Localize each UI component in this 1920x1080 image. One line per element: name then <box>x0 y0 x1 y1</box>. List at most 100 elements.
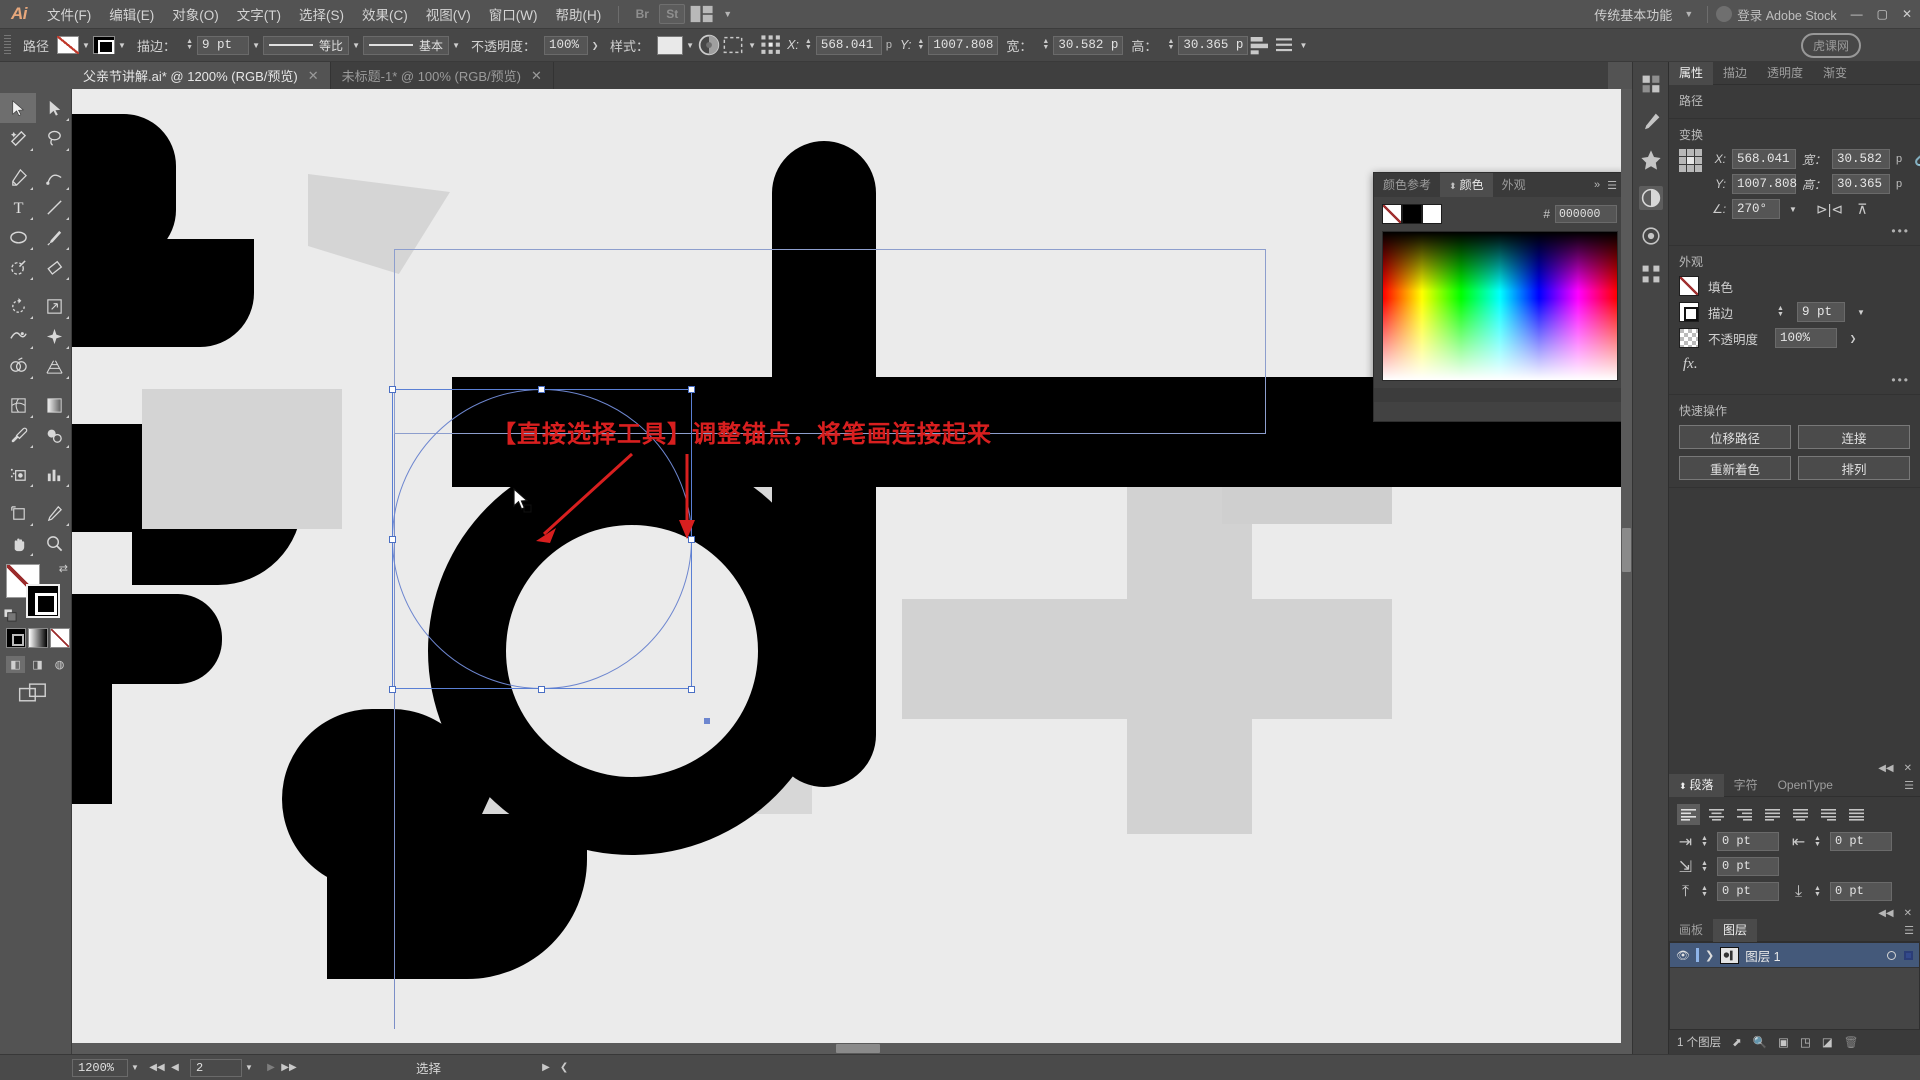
align-right-icon[interactable] <box>1733 804 1756 825</box>
panel-menu-icon[interactable]: ☰ <box>1607 179 1617 192</box>
line-segment-tool[interactable] <box>36 192 72 222</box>
properties-height-input[interactable]: 30.365 <box>1832 174 1891 194</box>
status-expand-icon[interactable]: ▶ <box>537 1059 555 1077</box>
swatches-icon[interactable] <box>1638 186 1663 210</box>
constrain-proportions-icon[interactable]: 🔗 <box>1914 149 1920 167</box>
eraser-tool[interactable] <box>36 252 72 282</box>
libraries-icon[interactable] <box>1639 72 1663 96</box>
stroke-weight-input[interactable]: 9 pt <box>1797 302 1845 322</box>
search-icon[interactable]: 🔍 <box>1753 1035 1767 1049</box>
left-indent-stepper[interactable]: ▲ ▼ <box>1699 835 1710 848</box>
tab-opentype[interactable]: OpenType <box>1768 774 1843 797</box>
left-indent-input[interactable]: 0 pt <box>1717 832 1779 851</box>
anchor-point[interactable] <box>538 686 545 693</box>
tab-gradient[interactable]: 渐变 <box>1813 62 1857 85</box>
justify-last-right-icon[interactable] <box>1817 804 1840 825</box>
bridge-icon[interactable]: Br <box>629 4 655 24</box>
expand-icon[interactable]: » <box>1594 179 1600 192</box>
tab-paragraph[interactable]: ⬍ 段落 <box>1669 773 1724 797</box>
first-line-stepper[interactable]: ▲ ▼ <box>1699 860 1710 873</box>
maximize-button[interactable]: ▢ <box>1877 7 1888 21</box>
y-stepper[interactable]: ▲ ▼ <box>915 38 926 51</box>
direct-selection-tool[interactable] <box>36 93 72 123</box>
flip-vertical-icon[interactable]: ⊼ <box>1857 201 1867 218</box>
locate-object-icon[interactable]: ⬈ <box>1732 1035 1742 1049</box>
column-graph-tool[interactable] <box>36 459 72 489</box>
right-indent-stepper[interactable]: ▲ ▼ <box>1812 835 1823 848</box>
menu-select[interactable]: 选择(S) <box>290 0 353 29</box>
paintbrush-tool[interactable] <box>36 222 72 252</box>
menu-file[interactable]: 文件(F) <box>38 0 100 29</box>
hex-input[interactable] <box>1555 205 1617 223</box>
stroke-weight-chevron-down-icon[interactable]: ▼ <box>249 36 263 54</box>
color-black-swatch[interactable] <box>1402 204 1422 224</box>
layer-row[interactable]: 👁 ❯ 图层 1 <box>1670 943 1919 968</box>
workspace-chevron-down-icon[interactable]: ▼ <box>1678 9 1699 19</box>
lasso-tool[interactable] <box>36 123 72 153</box>
color-panel[interactable]: 颜色参考 ⬍ 颜色 外观 » ☰ # <box>1373 172 1626 422</box>
appearance-icon[interactable] <box>1639 224 1663 248</box>
anchor-point[interactable] <box>389 536 396 543</box>
default-fill-stroke-icon[interactable] <box>3 608 17 622</box>
artboard-number-input[interactable]: 2 <box>190 1058 242 1077</box>
transform-panel-icon[interactable] <box>1639 262 1663 286</box>
selection-indicator[interactable] <box>1904 950 1913 960</box>
perspective-grid-tool[interactable] <box>36 351 72 381</box>
y-coordinate-input[interactable]: 1007.808 <box>928 35 999 55</box>
tab-stroke[interactable]: 描边 <box>1713 62 1757 85</box>
new-layer-icon[interactable]: ◪ <box>1822 1035 1833 1049</box>
justify-all-icon[interactable] <box>1845 804 1868 825</box>
fill-swatch[interactable] <box>57 36 80 54</box>
width-stepper[interactable]: ▲ ▼ <box>1040 38 1051 51</box>
close-icon[interactable]: ✕ <box>1904 763 1912 774</box>
space-after-input[interactable]: 0 pt <box>1830 882 1892 901</box>
tab-properties[interactable]: 属性 <box>1669 61 1714 85</box>
stroke-swatch[interactable] <box>1679 302 1699 322</box>
appearance-more-options-icon[interactable]: ••• <box>1679 373 1910 387</box>
signin-button[interactable]: 登录 Adobe Stock <box>1716 5 1837 24</box>
stroke-weight-chevron-down-icon[interactable]: ▼ <box>1854 303 1868 321</box>
menu-help[interactable]: 帮助(H) <box>546 0 610 29</box>
free-transform-tool[interactable] <box>36 321 72 351</box>
stroke-swatch[interactable] <box>93 36 116 54</box>
anchor-point[interactable] <box>538 386 545 393</box>
properties-y-input[interactable]: 1007.808 <box>1732 174 1797 194</box>
slice-tool[interactable] <box>36 498 72 528</box>
swap-fill-stroke-icon[interactable]: ⇄ <box>59 562 68 575</box>
scale-tool[interactable] <box>36 291 72 321</box>
arrange-documents-icon[interactable] <box>689 4 715 24</box>
close-icon[interactable]: ✕ <box>531 68 542 84</box>
draw-normal-icon[interactable]: ◧ <box>6 656 25 673</box>
next-artboard-button[interactable]: ▶ <box>262 1059 280 1077</box>
fx-icon[interactable]: fx. <box>1679 354 1910 373</box>
properties-x-input[interactable]: 568.041 <box>1732 149 1796 169</box>
artboard-chevron-down-icon[interactable]: ▼ <box>242 1059 256 1077</box>
menu-window[interactable]: 窗口(W) <box>480 0 547 29</box>
tab-transparency[interactable]: 透明度 <box>1757 62 1813 85</box>
selection-tool[interactable] <box>0 93 36 123</box>
delete-layer-icon[interactable]: 🗑 <box>1844 1035 1859 1049</box>
artboard-tool[interactable] <box>0 498 36 528</box>
width-input[interactable]: 30.582 p <box>1053 35 1124 55</box>
menu-edit[interactable]: 编辑(E) <box>100 0 163 29</box>
vertical-scrollbar-thumb[interactable] <box>1622 527 1631 572</box>
opacity-expand-icon[interactable]: ❯ <box>588 36 602 54</box>
opacity-input[interactable]: 100% <box>1775 328 1837 348</box>
stock-icon[interactable]: St <box>659 4 686 24</box>
tab-color-guide[interactable]: 颜色参考 <box>1374 173 1440 197</box>
join-button[interactable]: 连接 <box>1798 425 1910 449</box>
properties-width-input[interactable]: 30.582 <box>1832 149 1891 169</box>
menu-effect[interactable]: 效果(C) <box>353 0 417 29</box>
anchor-point[interactable] <box>389 686 396 693</box>
align-icon[interactable] <box>1248 34 1272 56</box>
height-stepper[interactable]: ▲ ▼ <box>1165 38 1176 51</box>
status-collapse-icon[interactable]: ❮ <box>555 1059 573 1077</box>
transform-dashed-icon[interactable] <box>721 34 745 56</box>
stroke-profile-chevron-down-icon[interactable]: ▼ <box>349 36 363 54</box>
tab-character[interactable]: 字符 <box>1724 774 1768 797</box>
document-tab-active[interactable]: 父亲节讲解.ai* @ 1200% (RGB/预览) ✕ <box>72 62 331 89</box>
tab-layers[interactable]: 图层 <box>1713 918 1758 942</box>
type-tool[interactable]: T <box>0 192 36 222</box>
mesh-tool[interactable] <box>0 390 36 420</box>
recolor-button[interactable]: 重新着色 <box>1679 456 1791 480</box>
